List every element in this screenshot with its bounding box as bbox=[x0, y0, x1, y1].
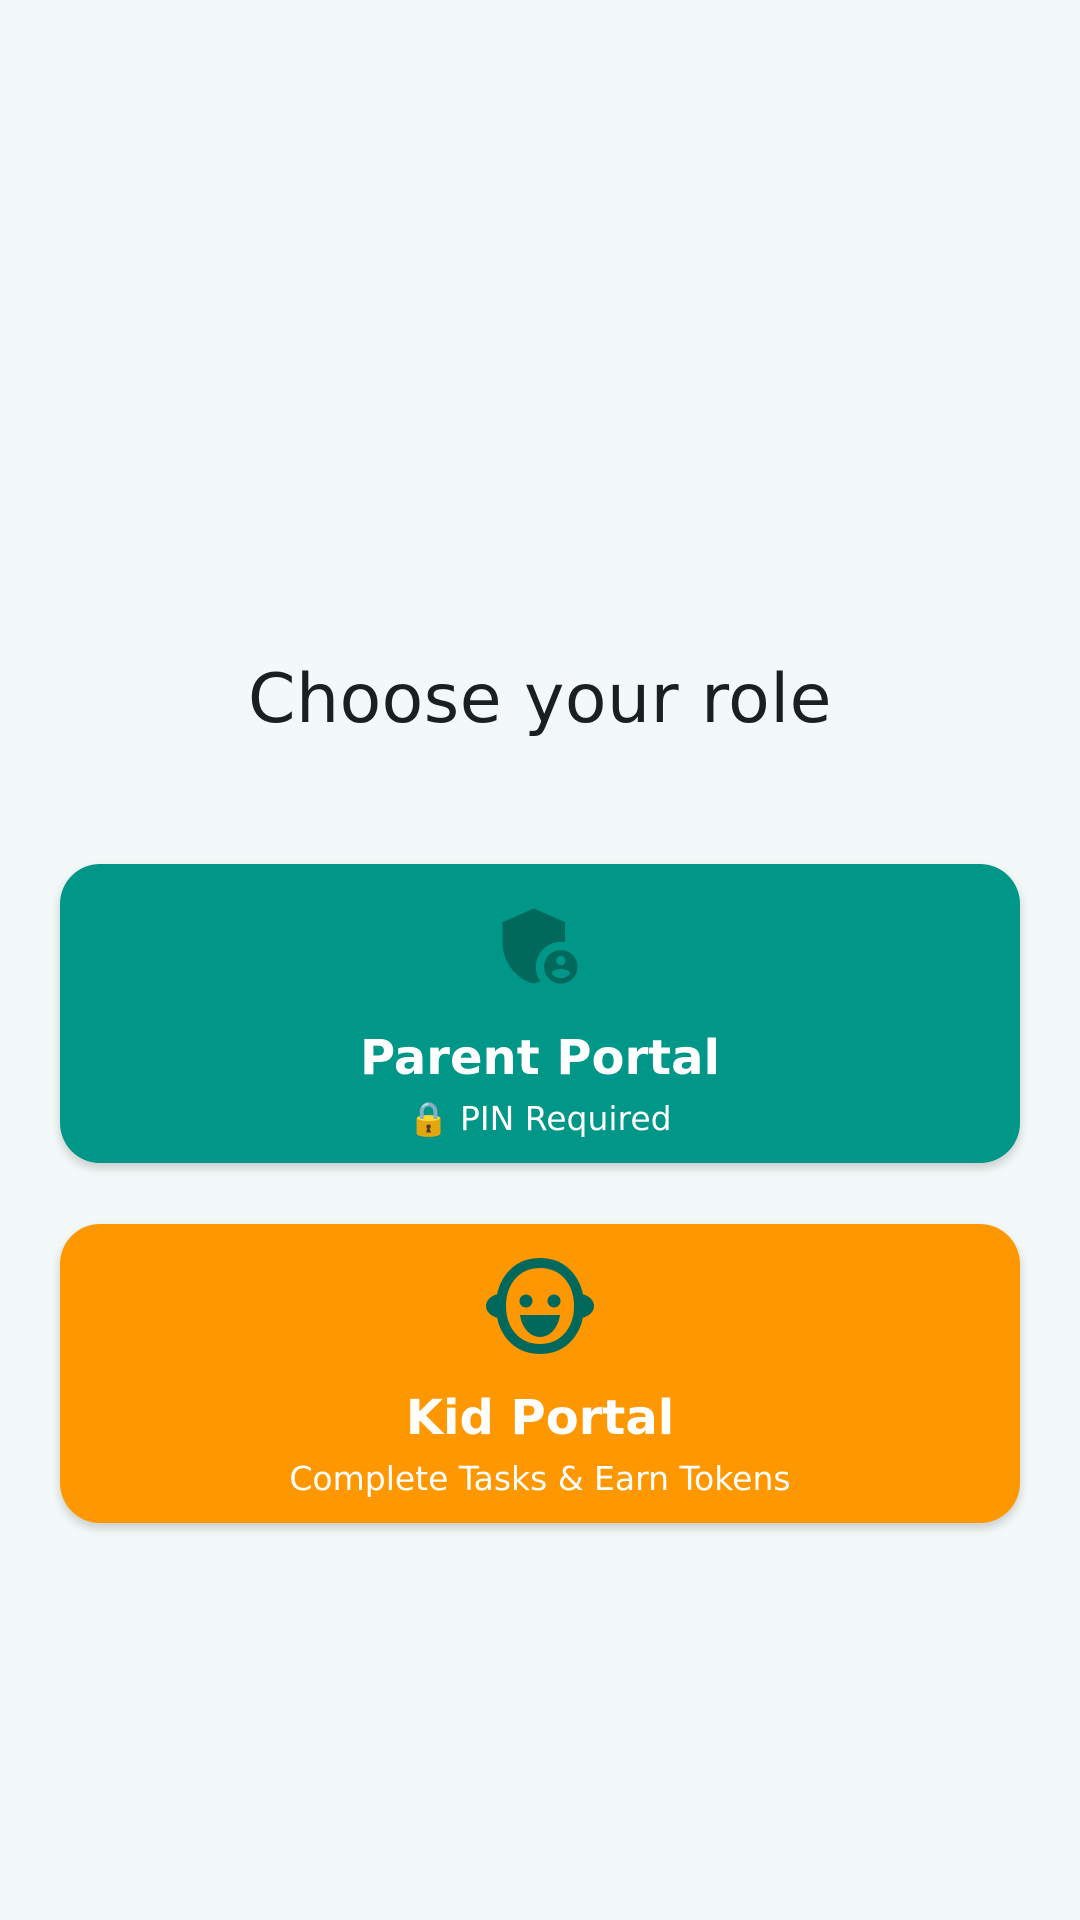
page-title: Choose your role bbox=[248, 660, 832, 739]
admin-shield-icon bbox=[502, 908, 578, 984]
parent-portal-title: Parent Portal bbox=[360, 1030, 720, 1086]
kid-portal-card[interactable]: Kid Portal Complete Tasks & Earn Tokens bbox=[60, 1224, 1020, 1523]
child-face-icon bbox=[486, 1257, 594, 1355]
parent-portal-subtitle: 🔒 PIN Required bbox=[60, 1097, 1020, 1141]
kid-portal-subtitle: Complete Tasks & Earn Tokens bbox=[289, 1459, 791, 1498]
kid-portal-title: Kid Portal bbox=[405, 1390, 675, 1446]
parent-portal-subtitle-text: PIN Required bbox=[459, 1099, 672, 1138]
lock-emoji-icon: 🔒 bbox=[408, 1099, 450, 1138]
parent-portal-card[interactable]: Parent Portal 🔒 PIN Required bbox=[60, 864, 1020, 1163]
